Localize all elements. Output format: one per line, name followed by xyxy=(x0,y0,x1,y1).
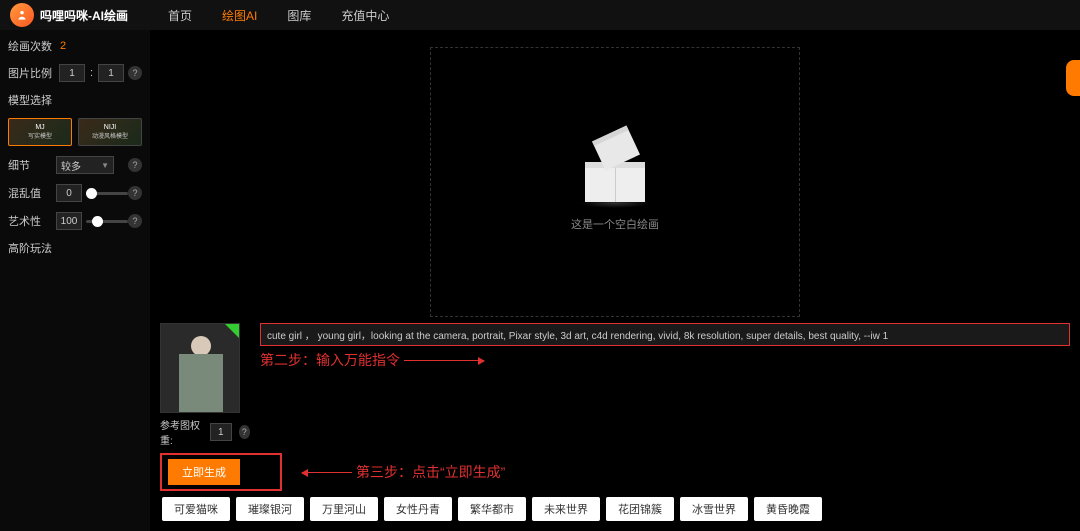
advanced-toggle[interactable]: 高阶玩法 xyxy=(8,240,142,256)
tag-item[interactable]: 冰雪世界 xyxy=(680,497,748,521)
tag-item[interactable]: 璀璨银河 xyxy=(236,497,304,521)
art-value-input[interactable]: 100 xyxy=(56,212,82,230)
tags-row: 可爱猫咪 璀璨银河 万里河山 女性丹青 繁华都市 未来世界 花团锦簇 冰雪世界 … xyxy=(160,497,1070,521)
model-card-niji[interactable]: NIJI 动漫风格模型 xyxy=(78,118,142,146)
draw-count-value: 2 xyxy=(60,40,66,52)
ratio-width-input[interactable]: 1 xyxy=(59,64,85,82)
draw-count-label: 绘画次数 xyxy=(8,38,56,54)
prompt-input[interactable]: cute girl ， young girl，looking at the ca… xyxy=(260,323,1070,346)
tag-item[interactable]: 黄昏晚霞 xyxy=(754,497,822,521)
tag-item[interactable]: 花团锦簇 xyxy=(606,497,674,521)
tag-item[interactable]: 可爱猫咪 xyxy=(162,497,230,521)
art-label: 艺术性 xyxy=(8,213,56,229)
generate-button[interactable]: 立即生成 xyxy=(168,459,240,485)
nav: 首页 绘图AI 图库 充值中心 xyxy=(168,7,389,24)
ratio-height-input[interactable]: 1 xyxy=(98,64,124,82)
empty-box-icon xyxy=(575,132,655,202)
topbar: 吗哩吗咪-AI绘画 首页 绘图AI 图库 充值中心 xyxy=(0,0,1080,30)
tag-item[interactable]: 万里河山 xyxy=(310,497,378,521)
empty-text: 这是一个空白绘画 xyxy=(571,216,659,232)
help-icon[interactable]: ? xyxy=(239,425,250,439)
reference-image[interactable] xyxy=(160,323,240,413)
tag-item[interactable]: 繁华都市 xyxy=(458,497,526,521)
ref-weight-label: 参考图权重: xyxy=(160,417,203,447)
model-card-mj[interactable]: MJ 写实模型 xyxy=(8,118,72,146)
model-label: 模型选择 xyxy=(8,92,52,108)
chevron-down-icon: ▼ xyxy=(101,161,109,170)
arrow-icon xyxy=(404,360,484,361)
detail-select[interactable]: 较多 ▼ xyxy=(56,156,114,174)
generate-highlight: 立即生成 xyxy=(160,453,282,491)
nav-recharge[interactable]: 充值中心 xyxy=(341,7,389,24)
ref-weight-input[interactable]: 1 xyxy=(210,423,232,441)
annotation-step3: 第三步：点击“立即生成” xyxy=(302,462,505,482)
ratio-label: 图片比例 xyxy=(8,65,56,81)
nav-gallery[interactable]: 图库 xyxy=(287,7,311,24)
detail-label: 细节 xyxy=(8,157,56,173)
annotation-step2: 第二步：输入万能指令 xyxy=(260,350,1070,370)
main-area: 这是一个空白绘画 参考图权重: 1 ? cute girl ， young gi… xyxy=(150,30,1080,531)
ratio-colon: : xyxy=(90,67,93,79)
chaos-slider[interactable] xyxy=(86,192,128,195)
help-icon[interactable]: ? xyxy=(128,186,142,200)
nav-home[interactable]: 首页 xyxy=(168,7,192,24)
help-icon[interactable]: ? xyxy=(128,214,142,228)
help-icon[interactable]: ? xyxy=(128,66,142,80)
sidebar: 绘画次数 2 图片比例 1 : 1 ? 模型选择 MJ 写实模型 NIJI 动漫… xyxy=(0,30,150,531)
canvas-frame: 这是一个空白绘画 xyxy=(430,47,800,317)
brand-title: 吗哩吗咪-AI绘画 xyxy=(40,7,128,24)
logo-icon xyxy=(10,3,34,27)
arrow-icon xyxy=(302,472,352,473)
nav-draw-ai[interactable]: 绘图AI xyxy=(222,7,257,24)
help-icon[interactable]: ? xyxy=(128,158,142,172)
check-icon xyxy=(225,324,239,338)
chaos-value-input[interactable]: 0 xyxy=(56,184,82,202)
tag-item[interactable]: 女性丹青 xyxy=(384,497,452,521)
tag-item[interactable]: 未来世界 xyxy=(532,497,600,521)
art-slider[interactable] xyxy=(86,220,128,223)
chaos-label: 混乱值 xyxy=(8,185,56,201)
